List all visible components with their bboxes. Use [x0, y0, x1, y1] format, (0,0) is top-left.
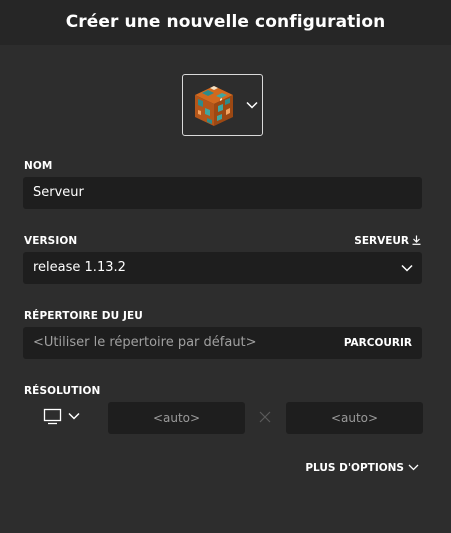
more-options-label: PLUS D'OPTIONS: [305, 462, 404, 474]
version-select[interactable]: release 1.13.2: [23, 252, 422, 284]
version-label: VERSION: [24, 235, 78, 247]
chevron-down-icon: [408, 464, 419, 471]
dialog-title: Créer une nouvelle configuration: [65, 12, 386, 32]
server-link-label: SERVEUR: [354, 235, 409, 247]
name-input-value: Serveur: [33, 185, 84, 200]
monitor-icon: [43, 408, 80, 425]
copper-ore-block-icon: [195, 86, 233, 126]
more-options-toggle[interactable]: PLUS D'OPTIONS: [305, 462, 419, 474]
resolution-height-input[interactable]: <auto>: [286, 402, 423, 434]
version-select-value: release 1.13.2: [33, 260, 126, 275]
game-directory-input[interactable]: <Utiliser le répertoire par défaut> PARC…: [23, 327, 422, 359]
multiply-icon: [259, 411, 271, 423]
icon-picker-button[interactable]: [182, 74, 263, 136]
chevron-down-icon: [401, 264, 413, 272]
resolution-height-placeholder: <auto>: [330, 411, 379, 425]
browse-button[interactable]: PARCOURIR: [344, 327, 412, 359]
resolution-width-input[interactable]: <auto>: [108, 402, 245, 434]
resolution-label: RÉSOLUTION: [24, 385, 101, 397]
resolution-width-placeholder: <auto>: [152, 411, 201, 425]
game-directory-placeholder: <Utiliser le répertoire par défaut>: [33, 335, 257, 350]
resolution-preset-dropdown[interactable]: [42, 406, 84, 428]
download-icon: [412, 235, 421, 245]
dialog-header: Créer une nouvelle configuration: [0, 0, 451, 45]
chevron-down-icon: [246, 101, 258, 109]
name-label: NOM: [24, 160, 53, 172]
server-download-link[interactable]: SERVEUR: [354, 235, 421, 247]
name-input[interactable]: Serveur: [23, 177, 422, 209]
game-directory-label: RÉPERTOIRE DU JEU: [24, 310, 143, 322]
